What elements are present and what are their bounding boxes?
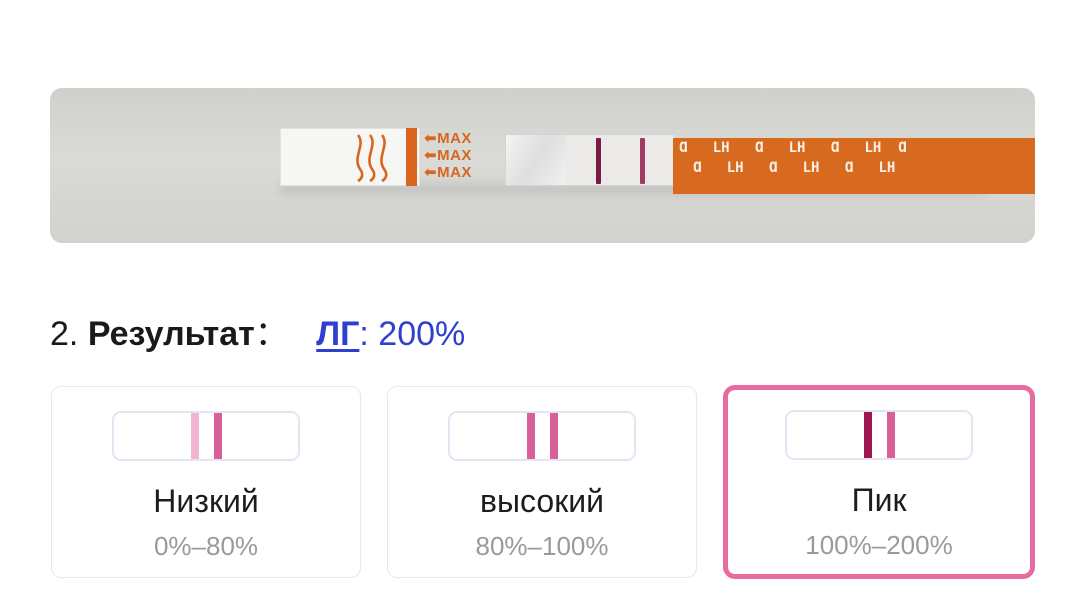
level-card-high[interactable]: высокий 80%–100% — [387, 386, 697, 578]
mini-test-line — [864, 412, 872, 458]
mini-strip-icon — [448, 411, 636, 461]
level-title: Низкий — [153, 483, 259, 519]
level-title: высокий — [480, 483, 604, 519]
level-range: 80%–100% — [475, 531, 609, 561]
level-range: 100%–200% — [805, 530, 953, 560]
strip-absorbent-end: Ɑ LH Ɑ LH Ɑ LH Ɑ Ɑ LH Ɑ LH Ɑ LH — [673, 138, 1035, 194]
level-card-low[interactable]: Низкий 0%–80% — [51, 386, 361, 578]
mini-test-line — [191, 413, 199, 459]
mini-strip-icon — [112, 411, 300, 461]
mini-control-line — [550, 413, 558, 459]
mini-strip-icon — [785, 410, 973, 460]
level-title: Пик — [851, 482, 907, 518]
lh-hormone-link[interactable]: ЛГ — [316, 315, 359, 353]
max-label: MAX — [437, 130, 472, 147]
result-heading: 2. Результат： ЛГ: 200% — [50, 314, 465, 354]
max-label: MAX — [437, 147, 472, 164]
strip-max-bar — [406, 128, 417, 186]
mini-test-line — [527, 413, 535, 459]
lh-value: : 200% — [359, 315, 466, 353]
max-line-labels: ⬅MAX ⬅MAX ⬅MAX — [424, 130, 472, 181]
level-card-peak[interactable]: Пик 100%–200% — [723, 385, 1035, 579]
step-number: 2. — [50, 315, 79, 353]
strip-control-line — [640, 138, 645, 184]
strip-result-window — [505, 134, 675, 186]
mini-control-line — [214, 413, 222, 459]
level-range: 0%–80% — [153, 531, 259, 561]
result-separator: ： — [254, 315, 289, 353]
result-label: Результат — [87, 315, 255, 353]
immersion-waves-icon — [356, 134, 388, 183]
max-label: MAX — [437, 164, 472, 181]
strip-test-line — [596, 138, 601, 184]
mini-control-line — [887, 412, 895, 458]
